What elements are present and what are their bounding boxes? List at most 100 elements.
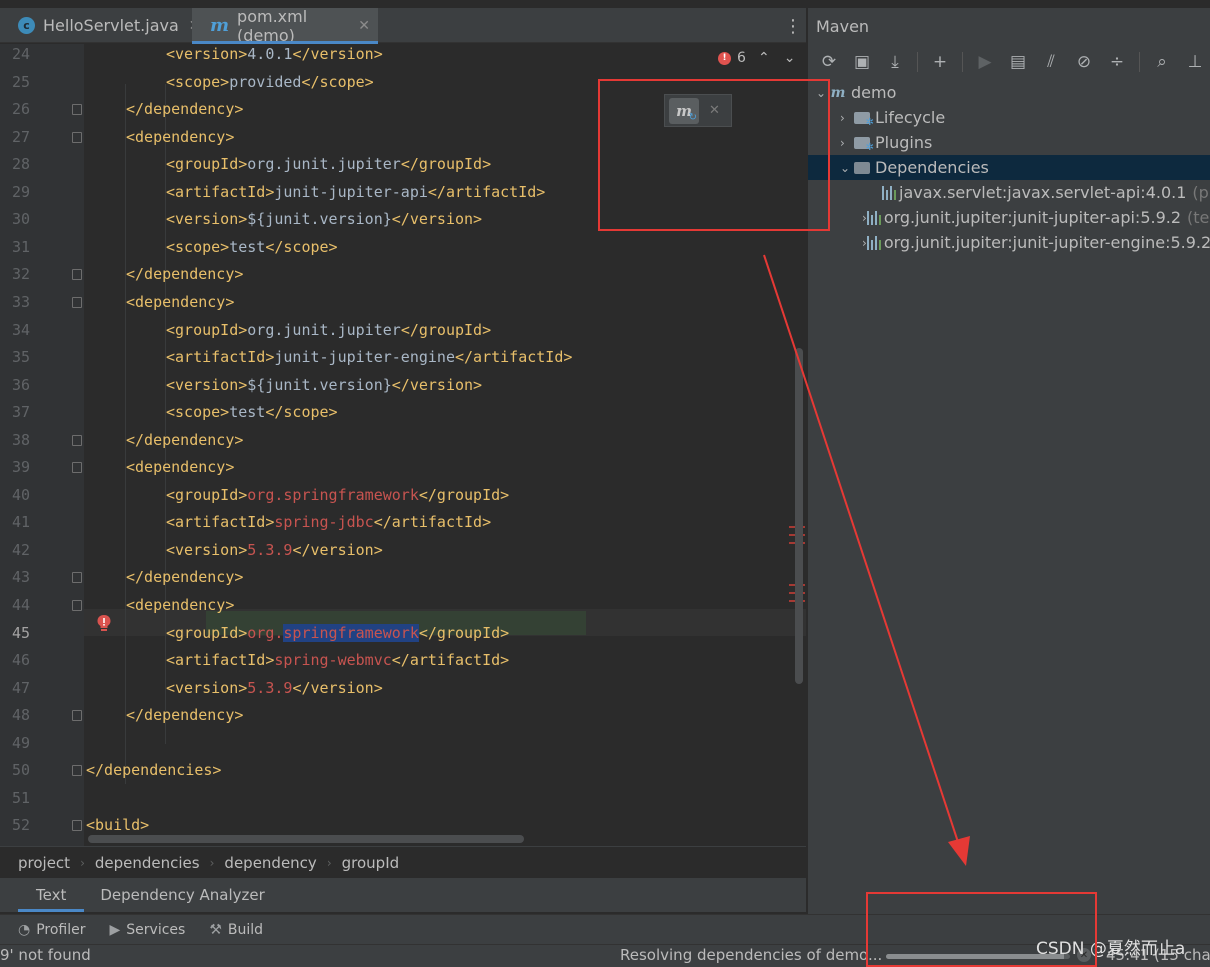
tab-label: Dependency Analyzer (100, 886, 265, 904)
node-label: demo (851, 83, 897, 102)
line-number: 26 (12, 100, 31, 119)
chevron-right-icon: › (209, 855, 215, 870)
line-number: 25 (12, 72, 31, 91)
tree-node-dependency[interactable]: › org.junit.jupiter:junit-jupiter-engine… (808, 230, 1210, 255)
code-line: </dependency> (126, 568, 244, 587)
breadcrumb-item[interactable]: dependencies (95, 854, 200, 872)
horizontal-scrollbar[interactable] (88, 835, 524, 843)
background-task-label[interactable]: Resolving dependencies of demo... (620, 946, 882, 964)
divider (962, 52, 963, 72)
run-icon[interactable]: ▶ (974, 52, 996, 72)
tree-node-plugins[interactable]: › ✲ Plugins (808, 130, 1210, 155)
profiler-button[interactable]: ◔ Profiler (18, 922, 86, 938)
fold-marker-icon[interactable] (72, 600, 82, 611)
code-line: <groupId>org.springframework</groupId> (166, 623, 510, 642)
fold-marker-icon[interactable] (72, 104, 82, 116)
fold-marker-icon[interactable] (72, 710, 82, 722)
node-label: Dependencies (875, 158, 989, 177)
line-number: 42 (12, 540, 31, 559)
show-diagram-icon[interactable]: ⊥ (1184, 52, 1206, 72)
fold-marker-icon[interactable] (72, 572, 82, 584)
chevron-down-icon[interactable]: ⌄ (840, 161, 852, 175)
tree-node-project[interactable]: ⌄ m demo (808, 80, 1210, 105)
breadcrumb-item[interactable]: groupId (342, 854, 400, 872)
code-line: <version>5.3.9</version> (166, 540, 383, 559)
error-counter[interactable]: ! 6 (718, 50, 746, 66)
vertical-scrollbar[interactable] (795, 348, 803, 684)
tree-node-lifecycle[interactable]: › ✲ Lifecycle (808, 105, 1210, 130)
chevron-right-icon[interactable]: › (840, 136, 852, 150)
tree-node-dependency[interactable]: › org.junit.jupiter:junit-jupiter-api:5.… (808, 205, 1210, 230)
folder-gear-icon: ✲ (852, 111, 874, 128)
maven-icon: m (210, 15, 230, 36)
more-options-icon[interactable]: ⋮ (784, 16, 802, 37)
tool-window-label: Services (126, 921, 186, 938)
breadcrumb-item[interactable]: project (18, 854, 70, 872)
code-line: <dependency> (126, 127, 235, 146)
next-error-icon[interactable]: ⌄ (784, 50, 806, 66)
build-button[interactable]: ⚒ Build (209, 922, 263, 938)
code-line: <version>4.0.1</version> (166, 45, 383, 63)
dependency-scope: (tes (1187, 208, 1210, 227)
divider (917, 52, 918, 72)
dependency-name: org.junit.jupiter:junit-jupiter-engine:5… (883, 233, 1210, 252)
line-number: 40 (12, 485, 31, 504)
execute-goal-icon[interactable]: ▤ (1007, 52, 1029, 72)
maven-project-tree: ⌄ m demo › ✲ Lifecycle › ✲ Plugins ⌄ Dep… (808, 80, 1210, 255)
code-line: <version>${junit.version}</version> (166, 210, 483, 229)
services-button[interactable]: ▶ Services (110, 922, 186, 938)
line-number: 34 (12, 320, 31, 339)
generate-sources-icon[interactable]: ▣ (851, 52, 873, 72)
dependency-scope: (provid (1192, 183, 1210, 202)
fold-marker-icon[interactable] (72, 131, 82, 143)
fold-marker-icon[interactable] (72, 296, 82, 308)
error-navigation[interactable]: ⌃⌄ (758, 50, 806, 66)
fold-marker-icon[interactable] (72, 820, 82, 832)
fold-marker-icon[interactable] (72, 434, 82, 446)
error-count: 6 (737, 50, 746, 66)
fold-marker-icon[interactable] (72, 462, 82, 474)
reload-icon[interactable]: ⟳ (818, 52, 840, 72)
maven-project-icon: m (830, 84, 846, 101)
error-icon: ! (718, 51, 731, 65)
fold-marker-icon[interactable] (72, 269, 82, 281)
tab-text[interactable]: Text (18, 878, 85, 912)
breadcrumb: project › dependencies › dependency › gr… (0, 846, 806, 878)
line-number: 28 (12, 155, 31, 174)
tab-label: HelloServlet.java (43, 16, 179, 35)
tree-node-dependencies[interactable]: ⌄ Dependencies (808, 155, 1210, 180)
line-number: 45 (12, 623, 31, 642)
error-bulb-icon[interactable] (96, 614, 112, 632)
collapse-all-icon[interactable]: ÷ (1106, 52, 1128, 72)
chevron-right-icon[interactable]: › (840, 111, 852, 125)
line-number: 31 (12, 237, 31, 256)
download-icon[interactable]: ⤓ (884, 52, 906, 72)
code-line: <scope>provided</scope> (166, 72, 374, 91)
dependency-name: javax.servlet:javax.servlet-api:4.0.1 (899, 183, 1187, 202)
breadcrumb-item[interactable]: dependency (224, 854, 316, 872)
add-icon[interactable]: + (929, 52, 951, 72)
skip-tests-icon[interactable]: ⊘ (1073, 52, 1095, 72)
node-label: Lifecycle (875, 108, 946, 127)
line-number: 30 (12, 210, 31, 229)
line-number: 51 (12, 788, 31, 807)
fold-marker-icon[interactable] (72, 765, 82, 777)
previous-error-icon[interactable]: ⌃ (758, 50, 784, 66)
analyze-dependencies-icon[interactable]: ⌕ (1151, 52, 1173, 72)
line-number: 33 (12, 292, 31, 311)
code-line: <version>${junit.version}</version> (166, 375, 483, 394)
tab-dependency-analyzer[interactable]: Dependency Analyzer (84, 878, 280, 912)
chevron-right-icon: › (80, 855, 85, 870)
code-line: <dependency> (126, 596, 235, 614)
toggle-offline-icon[interactable]: ⫽ (1040, 52, 1062, 72)
tab-helloservlet[interactable]: c HelloServlet.java ✕ (0, 8, 201, 43)
line-number: 41 (12, 513, 31, 532)
tab-label: pom.xml (demo) (237, 6, 308, 45)
status-message[interactable]: 9' not found (0, 946, 91, 964)
tree-node-dependency[interactable]: javax.servlet:javax.servlet-api:4.0.1 (p… (808, 180, 1210, 205)
code-line: <groupId>org.springframework</groupId> (166, 485, 510, 504)
close-icon[interactable]: ✕ (358, 18, 370, 34)
profiler-icon: ◔ (18, 921, 31, 938)
maven-tool-window: Maven ⟳ ▣ ⤓ + ▶ ▤ ⫽ ⊘ ÷ ⌕ ⊥ ⌄ m demo › ✲… (807, 8, 1210, 914)
tab-pom-xml[interactable]: m pom.xml (demo) ✕ (192, 6, 378, 45)
